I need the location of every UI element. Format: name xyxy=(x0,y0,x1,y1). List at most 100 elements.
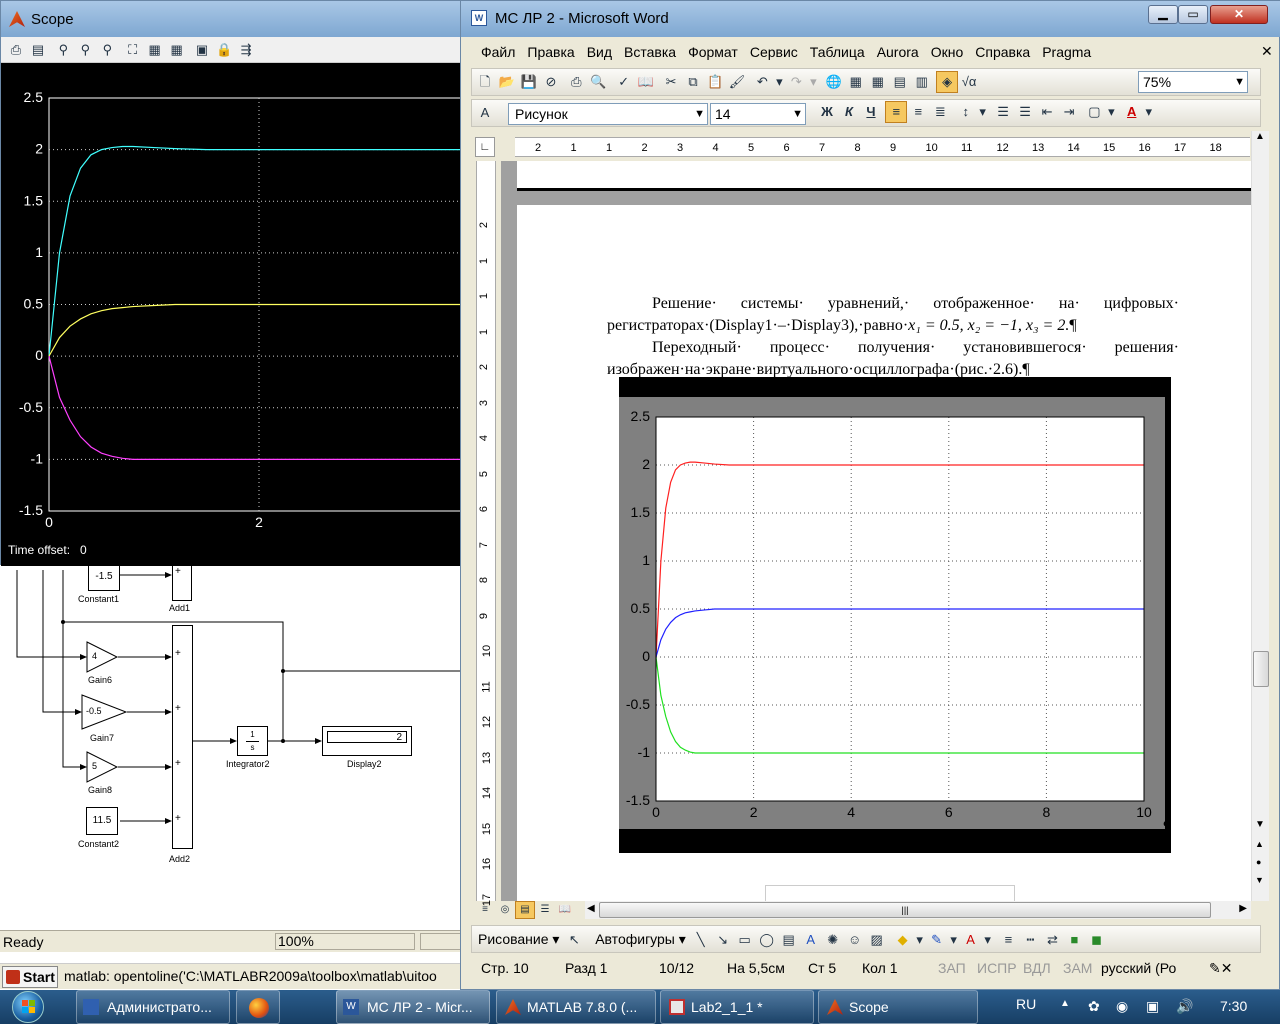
clipart-icon[interactable]: ☺ xyxy=(844,929,866,951)
vertical-ruler[interactable]: 2 1 1 1 2 3 4 5 6 7 8 9 10 11 12 13 14 15 16 17 xyxy=(476,161,496,906)
browse-object-icon[interactable]: ● xyxy=(1256,857,1261,867)
align-center-button[interactable]: ≡ xyxy=(885,101,908,123)
copy-icon[interactable]: ⧉ xyxy=(682,71,704,93)
menu-7[interactable]: Aurora xyxy=(871,41,925,63)
drawing-menu[interactable]: Рисование ▾ xyxy=(478,928,559,950)
arrow-icon[interactable]: ↘ xyxy=(712,929,734,951)
scroll-right-icon[interactable]: ▶ xyxy=(1239,903,1247,914)
permission-icon[interactable]: ⊘ xyxy=(540,71,562,93)
style-select[interactable]: Рисунок ▼ xyxy=(508,103,708,125)
equation-icon[interactable]: √α xyxy=(958,71,980,93)
menu-4[interactable]: Формат xyxy=(682,41,744,63)
drawing-icon[interactable]: ◈ xyxy=(936,71,959,93)
menu-2[interactable]: Вид xyxy=(581,41,618,63)
hyperlink-icon[interactable]: 🌐 xyxy=(823,71,845,93)
scroll-left-icon[interactable]: ◀ xyxy=(587,903,595,914)
research-icon[interactable]: 📖 xyxy=(635,71,657,93)
bullets-icon[interactable]: ☰ xyxy=(1014,101,1036,123)
web-view-icon[interactable]: ◎ xyxy=(495,901,515,919)
italic-button[interactable]: К xyxy=(838,101,860,123)
tables-borders-icon[interactable]: ▦ xyxy=(845,71,867,93)
save-icon[interactable]: 💾 xyxy=(518,71,540,93)
menu-9[interactable]: Справка xyxy=(969,41,1036,63)
diagram-icon[interactable]: ✺ xyxy=(822,929,844,951)
undo-dropdown-icon[interactable]: ▾ xyxy=(773,71,785,93)
text-color-icon[interactable]: A xyxy=(960,929,982,951)
taskbar-item-lab2[interactable]: Lab2_1_1 * xyxy=(660,990,814,1024)
font-color-dropdown-icon[interactable]: ▾ xyxy=(1143,101,1155,123)
text-color-dropdown-icon[interactable]: ▾ xyxy=(982,929,994,951)
align-right-button[interactable]: ≡ xyxy=(907,101,929,123)
zoom-select[interactable]: 75% ▼ xyxy=(1138,71,1248,93)
underline-button[interactable]: Ч xyxy=(860,101,882,123)
matlab-start-button[interactable]: Start xyxy=(2,966,58,988)
ruler-toggle[interactable]: ∟ xyxy=(475,137,495,157)
textbox-icon[interactable]: ▤ xyxy=(778,929,800,951)
prev-page-icon[interactable]: ▲ xyxy=(1255,839,1264,849)
floating-scope-icon[interactable]: ▣ xyxy=(191,39,213,61)
tray-volume-icon[interactable]: 🔊 xyxy=(1176,998,1193,1015)
vertical-scrollbar[interactable]: ▲ ▼ ▲ ● ▼ xyxy=(1251,131,1269,901)
menu-8[interactable]: Окно xyxy=(925,41,970,63)
matlab-command-text[interactable]: matlab: opentoline('C:\MATLABR2009a\tool… xyxy=(64,968,464,984)
scroll-up-icon[interactable]: ▲ xyxy=(1255,131,1265,142)
status-ext[interactable]: ВДЛ xyxy=(1023,957,1051,979)
status-rec[interactable]: ЗАП xyxy=(938,957,966,979)
line-color-icon[interactable]: ✎ xyxy=(926,929,948,951)
taskbar-item-admin[interactable]: Администрато... xyxy=(76,990,230,1024)
scope-title-bar[interactable]: Scope xyxy=(1,1,471,37)
borders-dropdown-icon[interactable]: ▾ xyxy=(1105,101,1117,123)
line-icon[interactable]: ╲ xyxy=(690,929,712,951)
minimize-button[interactable]: ▁ xyxy=(1148,5,1178,24)
cut-icon[interactable]: ✂ xyxy=(660,71,682,93)
add1-block[interactable]: + xyxy=(172,565,192,601)
fill-color-dropdown-icon[interactable]: ▾ xyxy=(914,929,926,951)
redo-icon[interactable]: ↷ xyxy=(785,71,807,93)
word-title-bar[interactable]: W МС ЛР 2 - Microsoft Word ▁ ▭ ✕ xyxy=(461,1,1280,37)
menu-5[interactable]: Сервис xyxy=(744,41,804,63)
new-icon[interactable]: 🗋 xyxy=(474,71,496,93)
language-indicator[interactable]: RU xyxy=(1016,996,1036,1012)
status-ovr[interactable]: ЗАМ xyxy=(1063,957,1092,979)
arrow-style-icon[interactable]: ⇄ xyxy=(1041,929,1063,951)
borders-icon[interactable]: ▢ xyxy=(1083,101,1105,123)
print-preview-icon[interactable]: 🔍 xyxy=(587,71,609,93)
taskbar-item-matlab[interactable]: MATLAB 7.8.0 (... xyxy=(496,990,656,1024)
numbering-icon[interactable]: ☰ xyxy=(992,101,1014,123)
autoscale-icon[interactable]: ⛶ xyxy=(122,39,144,61)
font-size-select[interactable]: 14 ▼ xyxy=(710,103,806,125)
next-page-icon[interactable]: ▼ xyxy=(1255,875,1264,885)
picture-icon[interactable]: ▨ xyxy=(866,929,888,951)
help-close-icon[interactable]: ✕ xyxy=(1261,43,1273,60)
menu-10[interactable]: Pragma xyxy=(1036,41,1097,63)
columns-icon[interactable]: ▥ xyxy=(911,71,933,93)
constant2-block[interactable]: 11.5 xyxy=(86,807,118,835)
horizontal-scrollbar[interactable]: ◀ ||| ▶ xyxy=(585,901,1251,919)
restore-axes-icon[interactable]: ▦ xyxy=(166,39,188,61)
lock-icon[interactable]: 🔒 xyxy=(213,39,235,61)
close-button[interactable]: ✕ xyxy=(1210,5,1268,24)
status-trk[interactable]: ИСПР xyxy=(977,957,1017,979)
status-language[interactable]: русский (Ро xyxy=(1101,957,1176,979)
display2-block[interactable]: 2 xyxy=(322,726,412,756)
save-axes-icon[interactable]: ▦ xyxy=(144,39,166,61)
tray-browser-icon[interactable]: ◉ xyxy=(1116,998,1128,1015)
insert-table-icon[interactable]: ▦ xyxy=(867,71,889,93)
menu-1[interactable]: Правка xyxy=(521,41,580,63)
autoshapes-menu[interactable]: Автофигуры ▾ xyxy=(595,928,686,950)
outline-view-icon[interactable]: ☰ xyxy=(535,901,555,919)
paste-icon[interactable]: 📋 xyxy=(704,71,726,93)
zoom-y-icon[interactable]: ⚲ xyxy=(96,39,118,61)
spelling-icon[interactable]: ✓ xyxy=(613,71,635,93)
horizontal-scroll-thumb[interactable]: ||| xyxy=(599,902,1211,918)
vertical-scroll-thumb[interactable] xyxy=(1253,651,1269,687)
integrator-block[interactable]: 1s xyxy=(237,726,268,756)
clock[interactable]: 7:30 xyxy=(1220,998,1247,1014)
decrease-indent-icon[interactable]: ⇤ xyxy=(1036,101,1058,123)
redo-dropdown-icon[interactable]: ▾ xyxy=(807,71,819,93)
select-objects-icon[interactable]: ↖ xyxy=(563,929,585,951)
taskbar-item-firefox[interactable] xyxy=(236,990,280,1024)
scroll-down-icon[interactable]: ▼ xyxy=(1255,819,1265,830)
parameters-icon[interactable]: ▤ xyxy=(27,39,49,61)
increase-indent-icon[interactable]: ⇥ xyxy=(1058,101,1080,123)
